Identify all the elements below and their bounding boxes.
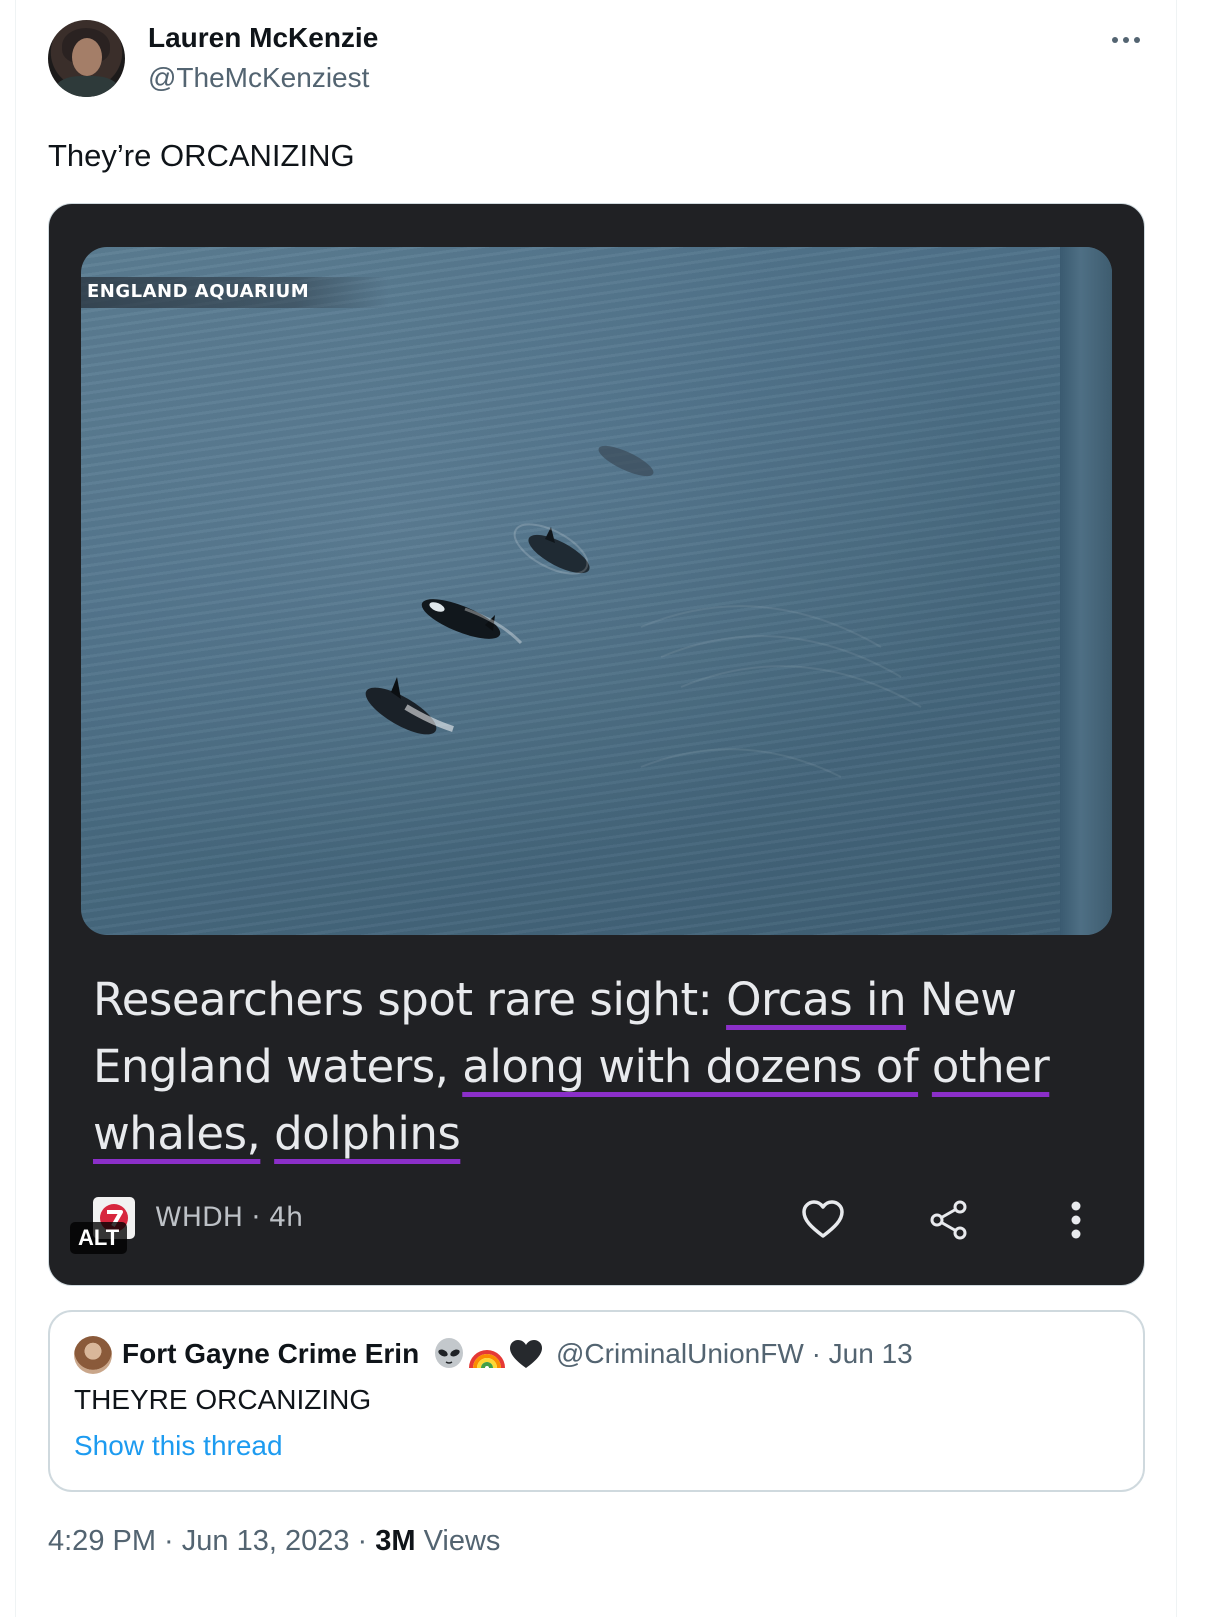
- alt-text-badge[interactable]: ALT: [70, 1222, 128, 1254]
- tweet-media-image[interactable]: ENGLAND AQUARIUM Researchers spot rare s…: [48, 203, 1145, 1286]
- quoted-author-name: Fort Gayne Crime Erin: [122, 1338, 420, 1369]
- quoted-text: THEYRE ORCANIZING: [74, 1384, 372, 1415]
- views-label: Views: [415, 1525, 501, 1557]
- author-avatar[interactable]: [48, 20, 125, 97]
- more-options-button[interactable]: [1108, 24, 1144, 56]
- share-icon: [930, 1200, 967, 1240]
- share-news-button: [925, 1196, 973, 1244]
- alien-icon: [435, 1338, 463, 1368]
- rainbow-icon: [469, 1350, 505, 1369]
- tweet-meta: 4:29 PM · Jun 13, 2023 · 3M Views: [48, 1525, 500, 1558]
- news-source: WHDH · 4h: [155, 1202, 304, 1233]
- views-count: 3M: [375, 1525, 416, 1557]
- author-name[interactable]: Lauren McKenzie: [148, 22, 378, 54]
- quoted-handle-date: @CriminalUnionFW · Jun 13: [556, 1338, 913, 1369]
- show-thread-link[interactable]: Show this thread: [74, 1430, 283, 1462]
- orca-aerial-photo: ENGLAND AQUARIUM: [81, 247, 1112, 935]
- news-headline: Researchers spot rare sight: Orcas in Ne…: [93, 973, 1050, 1160]
- quoted-tweet[interactable]: Fort Gayne Crime Erin @CriminalUnionFW ·…: [48, 1310, 1145, 1492]
- more-horizontal-icon: [1112, 37, 1140, 43]
- more-vertical-icon: [1071, 1201, 1081, 1239]
- black-heart-icon: [510, 1340, 542, 1368]
- news-more-button: [1052, 1196, 1100, 1244]
- orcas-illustration: [365, 445, 922, 778]
- like-news-button: [799, 1196, 847, 1244]
- heart-icon: [802, 1200, 844, 1238]
- quoted-author-avatar: [74, 1336, 112, 1374]
- tweet-timestamp[interactable]: 4:29 PM · Jun 13, 2023 ·: [48, 1525, 375, 1557]
- photo-watermark: ENGLAND AQUARIUM: [81, 277, 390, 308]
- tweet-text: They’re ORCANIZING: [48, 138, 355, 173]
- author-handle[interactable]: @TheMcKenziest: [148, 62, 369, 94]
- quoted-author-emoji: [432, 1338, 544, 1370]
